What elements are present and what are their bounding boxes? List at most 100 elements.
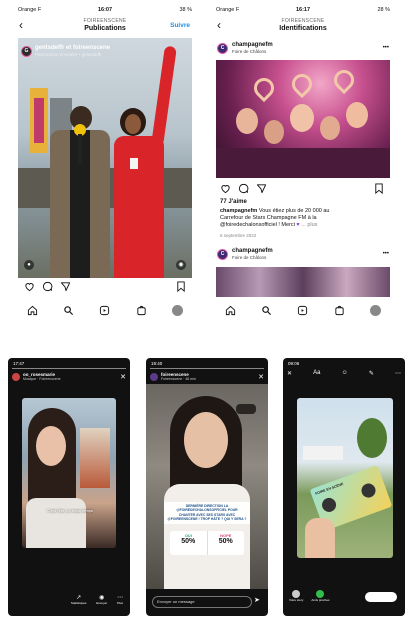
crowd-hand bbox=[329, 65, 359, 95]
story-sub: Musique · Foireenscene bbox=[23, 377, 61, 381]
status-bar: Orange F 16:07 38 % bbox=[14, 5, 196, 15]
bookmark-icon[interactable] bbox=[374, 183, 384, 194]
stats-label: Statistiques bbox=[70, 601, 87, 605]
story-footer: ↗ Statistiques ◉ Envoyer ⋯ Plus bbox=[66, 594, 128, 605]
caption-more[interactable]: ... plus bbox=[301, 222, 317, 228]
post-author[interactable]: champagnefm bbox=[232, 248, 383, 255]
story-screen-2: 19:40 foireenscene Foireenscene · 46 min… bbox=[146, 358, 268, 616]
post-location[interactable]: Foire de Châlons bbox=[232, 255, 383, 261]
heart-icon[interactable] bbox=[24, 281, 35, 292]
tree bbox=[357, 418, 387, 458]
post-author[interactable]: gentsdeffr et foireenscene bbox=[35, 45, 110, 52]
more-options-button[interactable]: ••• bbox=[383, 251, 389, 257]
phone-publications: Orange F 16:07 38 % ‹ FOIREENSCENE Publi… bbox=[14, 5, 196, 325]
more-icon: ⋯ bbox=[117, 595, 124, 601]
comment-icon[interactable] bbox=[238, 183, 249, 194]
send-icon[interactable]: ➤ bbox=[254, 596, 260, 604]
reels-icon[interactable] bbox=[99, 305, 110, 316]
share-icon[interactable] bbox=[60, 281, 71, 292]
close-icon[interactable]: ✕ bbox=[120, 373, 126, 381]
story-toolbar: ✕ Aa ☺ ✎ ⋯ bbox=[287, 370, 401, 377]
battery: 28 % bbox=[377, 7, 390, 13]
comment-icon[interactable] bbox=[42, 281, 53, 292]
story-photo[interactable]: FOIRE EN SCÈNE bbox=[297, 398, 393, 558]
clock: 19:40 bbox=[151, 361, 163, 366]
clock: 16:07 bbox=[97, 7, 113, 13]
more-button[interactable]: ⋯ Plus bbox=[117, 594, 123, 605]
phone-identifications: Orange F 16:17 28 % ‹ FOIREENSCENE Ident… bbox=[212, 5, 394, 325]
caption-user[interactable]: champagnefm bbox=[220, 208, 257, 214]
poll-no-value: 50% bbox=[218, 538, 233, 545]
person-woman-arm bbox=[151, 45, 177, 147]
stats-button[interactable]: ↗ Statistiques bbox=[71, 594, 87, 605]
post-image[interactable]: G gentsdeffr et foireenscene Partenariat… bbox=[18, 38, 192, 278]
user-tag-icon[interactable]: ● bbox=[24, 260, 34, 270]
badge bbox=[130, 158, 138, 169]
profile-avatar-icon[interactable] bbox=[172, 304, 184, 316]
bookmark-icon[interactable] bbox=[176, 281, 186, 292]
more-icon[interactable]: ⋯ bbox=[395, 370, 401, 377]
post-author[interactable]: champagnefm bbox=[232, 42, 383, 49]
avatar[interactable]: C bbox=[217, 248, 228, 260]
poll-sticker[interactable]: OUI 50% NOPE 50% bbox=[170, 531, 244, 555]
poll-option-yes[interactable]: OUI 50% bbox=[170, 531, 208, 555]
search-icon[interactable] bbox=[63, 305, 74, 316]
shop-icon[interactable] bbox=[136, 305, 147, 316]
message-input[interactable]: Envoyer un message bbox=[152, 596, 252, 608]
story-photo[interactable]: DERNIÈRE DIRECTION LA @FOIREDECHALONSOFF… bbox=[146, 384, 268, 589]
story-photo[interactable]: C'est l'été, Le beau temps bbox=[22, 398, 116, 548]
sticker-icon[interactable]: ☺ bbox=[342, 370, 348, 377]
more-options-button[interactable]: ••• bbox=[383, 45, 389, 51]
avatar[interactable]: C bbox=[217, 42, 228, 54]
message-placeholder: Envoyer un message bbox=[157, 599, 195, 604]
poll-option-no[interactable]: NOPE 50% bbox=[208, 531, 245, 555]
likes-count[interactable]: 77 J'aime bbox=[220, 199, 247, 205]
draw-icon[interactable]: ✎ bbox=[369, 370, 374, 377]
reels-icon[interactable] bbox=[297, 305, 308, 316]
post-header: G gentsdeffr et foireenscene Partenariat… bbox=[21, 42, 186, 60]
avatar[interactable]: G bbox=[21, 45, 32, 57]
post-image[interactable] bbox=[216, 60, 390, 178]
close-friends-button[interactable]: Amis proches bbox=[311, 590, 330, 602]
next-post-image[interactable] bbox=[216, 267, 390, 297]
person-face bbox=[184, 412, 228, 468]
send-to-button[interactable]: Envoyer à bbox=[365, 592, 397, 606]
post-location[interactable]: Foire de Châlons bbox=[232, 49, 383, 55]
tab-bar bbox=[212, 301, 394, 319]
close-icon[interactable]: ✕ bbox=[258, 373, 264, 381]
crowd-hand bbox=[249, 73, 279, 103]
caption-line-2: Carrefour de Stars Champagne FM à la bbox=[220, 215, 317, 221]
story-banner: DERNIÈRE DIRECTION LA @FOIREDECHALONSOFF… bbox=[164, 502, 250, 524]
heart-emoji-icon: ♥ bbox=[296, 222, 300, 228]
audio-icon[interactable]: ◉ bbox=[176, 260, 186, 270]
avatar[interactable] bbox=[12, 372, 20, 381]
crowd-hand bbox=[287, 69, 317, 99]
crowd-face bbox=[236, 108, 258, 134]
home-icon[interactable] bbox=[225, 305, 236, 316]
crowd-bodies bbox=[216, 148, 390, 178]
home-icon[interactable] bbox=[27, 305, 38, 316]
send-to-label: Envoyer à bbox=[371, 601, 390, 606]
text-tool-icon[interactable]: Aa bbox=[313, 370, 320, 377]
story-screen-1: 17:47 oo_rosesmarie Musique · Foireensce… bbox=[8, 358, 130, 616]
search-icon[interactable] bbox=[261, 305, 272, 316]
heart-icon[interactable] bbox=[220, 183, 231, 194]
follow-button[interactable]: Suivre bbox=[170, 22, 190, 29]
close-icon[interactable]: ✕ bbox=[287, 370, 292, 377]
story-progress bbox=[12, 368, 126, 369]
your-story-button[interactable]: Votre story bbox=[289, 590, 303, 602]
profile-avatar-icon[interactable] bbox=[370, 304, 382, 316]
post-actions bbox=[220, 183, 267, 194]
clock: 16:17 bbox=[295, 7, 311, 13]
shop-icon[interactable] bbox=[334, 305, 345, 316]
caption-line-3: @foiredechalonsofficiel ! Merci bbox=[220, 222, 295, 228]
story-header: oo_rosesmarie Musique · Foireenscene ✕ bbox=[12, 372, 126, 381]
avatar[interactable] bbox=[150, 372, 158, 381]
share-icon[interactable] bbox=[256, 183, 267, 194]
your-story-label: Votre story bbox=[289, 598, 304, 602]
crowd-face bbox=[290, 104, 314, 132]
story-header: foireenscene Foireenscene · 46 min ✕ bbox=[150, 372, 264, 381]
more-label: Plus bbox=[117, 601, 123, 605]
poll-yes-value: 50% bbox=[181, 538, 196, 545]
send-button[interactable]: ◉ Envoyer bbox=[96, 594, 107, 605]
